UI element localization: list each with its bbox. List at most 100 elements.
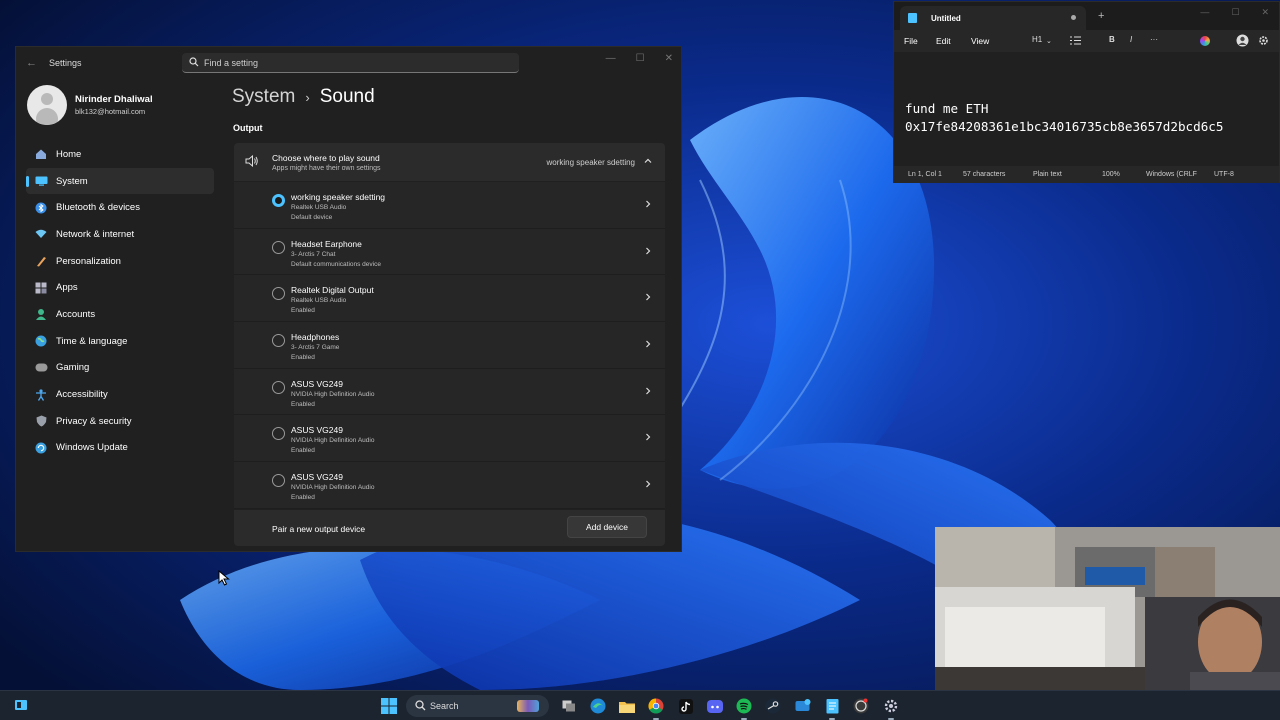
nav-item-apps[interactable]: Apps	[26, 274, 214, 301]
heading-dropdown[interactable]: H1	[1032, 35, 1042, 44]
accounts-icon	[34, 307, 48, 321]
device-status: Enabled	[291, 400, 315, 408]
minimize-icon[interactable]: —	[1200, 7, 1209, 18]
search-icon	[189, 57, 199, 67]
menu-edit[interactable]: Edit	[936, 36, 951, 46]
chevron-down-icon[interactable]: ⌄	[1046, 37, 1052, 45]
account-icon[interactable]	[1236, 34, 1249, 47]
close-icon[interactable]: ✕	[1261, 7, 1269, 18]
nav-label: Home	[56, 148, 82, 160]
settings-titlebar: ← Settings — ☐ ✕	[16, 47, 681, 79]
messaging-icon[interactable]	[793, 696, 813, 716]
device-name: ASUS VG249	[291, 425, 343, 436]
nav-label: System	[56, 175, 88, 187]
nav-label: Privacy & security	[56, 415, 132, 427]
device-driver: 3- Arctis 7 Game	[291, 344, 340, 352]
widgets-icon[interactable]	[14, 698, 28, 712]
device-radio[interactable]	[272, 240, 285, 254]
nav-label: Accounts	[56, 308, 96, 320]
task-view-icon[interactable]	[559, 696, 579, 716]
maximize-icon[interactable]: ☐	[636, 53, 645, 64]
nav-item-accessibility[interactable]: Accessibility	[26, 381, 214, 408]
add-device-button[interactable]: Add device	[567, 516, 647, 538]
file-explorer-icon[interactable]	[617, 696, 637, 716]
webcam-overlay	[935, 527, 1280, 692]
bold-button[interactable]: B	[1109, 35, 1115, 44]
settings-search-box[interactable]	[182, 53, 519, 73]
nav-item-network[interactable]: Network & internet	[26, 221, 214, 248]
nav-item-personalization[interactable]: Personalization	[26, 248, 214, 275]
chevron-right-icon[interactable]	[644, 386, 652, 396]
tiktok-icon[interactable]	[676, 696, 696, 716]
settings-app-title: Settings	[49, 58, 82, 68]
spotify-icon[interactable]	[734, 696, 754, 720]
unsaved-dot-icon[interactable]	[1071, 15, 1076, 20]
gear-icon[interactable]	[1258, 35, 1269, 46]
output-device-row[interactable]: working speaker sdetting Realtek USB Aud…	[234, 182, 665, 229]
new-tab-button[interactable]: +	[1098, 10, 1104, 22]
pair-output-device-row: Pair a new output device Add device	[234, 510, 665, 546]
nav-item-system[interactable]: System	[26, 167, 214, 195]
taskbar-search[interactable]: Search	[406, 695, 549, 717]
output-device-row[interactable]: Headphones 3- Arctis 7 Game Enabled	[234, 322, 665, 369]
bluetooth-icon	[34, 201, 48, 215]
minimize-icon[interactable]: —	[606, 53, 616, 64]
chevron-right-icon[interactable]	[644, 479, 652, 489]
choose-output-header[interactable]: Choose where to play sound Apps might ha…	[234, 143, 665, 181]
nav-item-accounts[interactable]: Accounts	[26, 301, 214, 328]
menu-view[interactable]: View	[971, 36, 989, 46]
device-status: Enabled	[291, 307, 315, 315]
output-device-row[interactable]: ASUS VG249 NVIDIA High Definition Audio …	[234, 368, 665, 416]
device-radio[interactable]	[272, 287, 285, 301]
steam-icon[interactable]	[763, 696, 783, 716]
list-icon[interactable]	[1070, 36, 1081, 45]
discord-icon[interactable]	[705, 696, 725, 716]
line-ending: Windows (CRLF	[1146, 171, 1197, 178]
chevron-right-icon[interactable]	[644, 199, 652, 209]
menu-file[interactable]: File	[904, 36, 918, 46]
chevron-right-icon[interactable]	[644, 339, 652, 349]
user-profile[interactable]: Nirinder Dhaliwal blk132@hotmail.com	[27, 85, 222, 127]
zoom-level: 100%	[1102, 171, 1120, 178]
edge-icon[interactable]	[588, 696, 608, 716]
settings-search-input[interactable]	[204, 53, 504, 72]
notepad-icon[interactable]	[822, 696, 842, 720]
device-radio-selected[interactable]	[272, 194, 285, 207]
device-radio[interactable]	[272, 334, 285, 348]
chrome-icon[interactable]	[646, 696, 666, 720]
notepad-tab[interactable]: Untitled	[900, 6, 1086, 30]
chevron-right-icon[interactable]	[644, 432, 652, 442]
output-device-list: working speaker sdetting Realtek USB Aud…	[234, 182, 665, 509]
maximize-icon[interactable]: ☐	[1231, 7, 1239, 18]
close-icon[interactable]: ✕	[665, 53, 673, 64]
device-radio[interactable]	[272, 474, 285, 488]
more-options-button[interactable]: ···	[1150, 35, 1158, 44]
notepad-statusbar: Ln 1, Col 1 57 characters Plain text 100…	[894, 166, 1279, 183]
system-icon	[34, 174, 48, 188]
nav-item-windows-update[interactable]: Windows Update	[26, 435, 214, 462]
breadcrumb: System › Sound	[232, 86, 375, 108]
settings-icon[interactable]	[881, 696, 901, 720]
output-device-row[interactable]: Headset Earphone 3- Arctis 7 Chat Defaul…	[234, 228, 665, 276]
output-device-row[interactable]: ASUS VG249 NVIDIA High Definition Audio …	[234, 415, 665, 463]
mouse-cursor-icon	[218, 570, 230, 586]
back-arrow-icon[interactable]: ←	[26, 57, 37, 69]
copilot-icon[interactable]	[1200, 36, 1210, 46]
start-windows-icon[interactable]	[381, 698, 397, 714]
output-device-row[interactable]: Realtek Digital Output Realtek USB Audio…	[234, 275, 665, 323]
nav-item-bluetooth[interactable]: Bluetooth & devices	[26, 194, 214, 221]
notepad-text-area[interactable]: fund me ETH 0x17fe84208361e1bc34016735cb8…	[905, 100, 1223, 136]
italic-button[interactable]: I	[1130, 35, 1132, 44]
device-radio[interactable]	[272, 380, 285, 394]
nav-item-gaming[interactable]: Gaming	[26, 355, 214, 382]
output-device-row[interactable]: ASUS VG249 NVIDIA High Definition Audio …	[234, 462, 665, 509]
device-radio[interactable]	[272, 427, 285, 441]
nav-item-privacy[interactable]: Privacy & security	[26, 408, 214, 435]
breadcrumb-parent[interactable]: System	[232, 86, 295, 108]
chevron-right-icon[interactable]	[644, 292, 652, 302]
chevron-up-icon[interactable]	[643, 156, 653, 166]
chevron-right-icon[interactable]	[644, 246, 652, 256]
nav-item-time-language[interactable]: Time & language	[26, 328, 214, 355]
nav-item-home[interactable]: Home	[26, 141, 214, 168]
obs-icon[interactable]	[851, 696, 871, 716]
